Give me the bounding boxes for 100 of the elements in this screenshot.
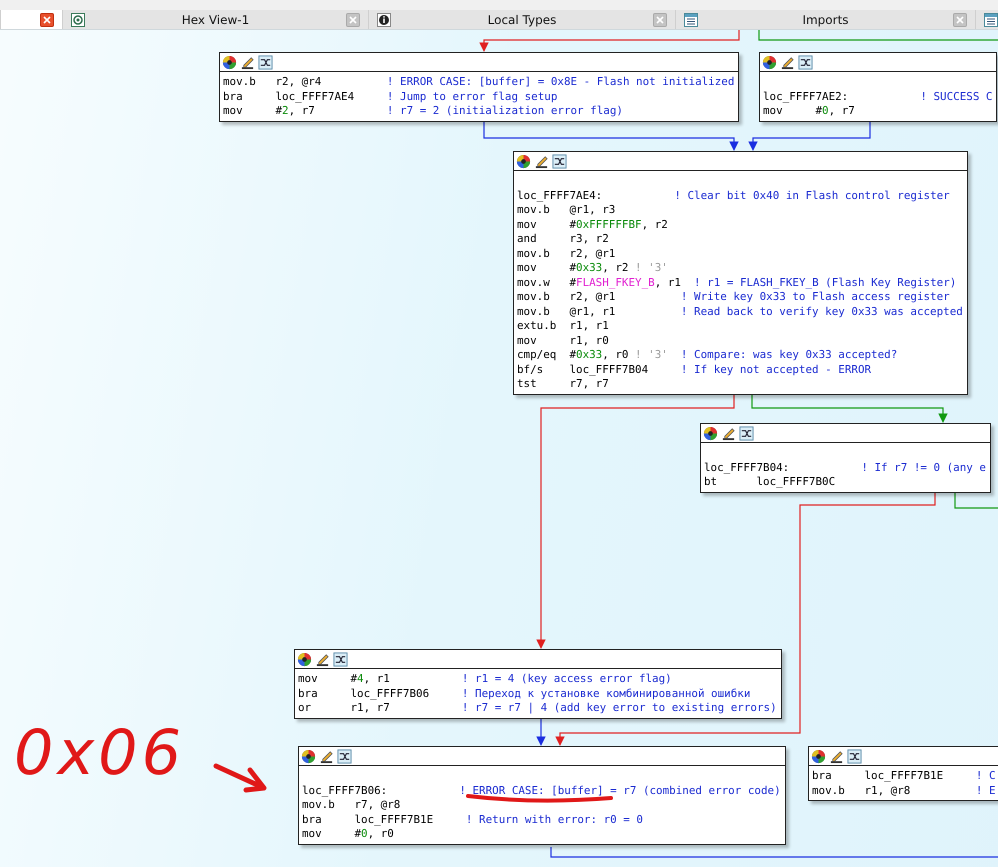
code-comment: ! E — [976, 784, 996, 798]
instruction-mnemonic: mov.b — [517, 203, 551, 218]
instruction-mnemonic: mov — [302, 827, 323, 842]
instruction-operands: r1, r7 — [350, 701, 391, 716]
instruction-operands: r2, @r1 — [569, 290, 616, 304]
instruction-mnemonic: mov — [517, 261, 538, 276]
instruction-operands: r2, @r4 — [275, 75, 322, 90]
instruction-operands: loc_FFFF7B1E — [354, 812, 434, 827]
instruction-mnemonic: and — [517, 232, 538, 246]
instruction-mnemonic: mov.b — [517, 304, 551, 319]
table-icon — [684, 13, 698, 27]
instruction-operands: r2, @r1 — [569, 246, 616, 261]
instruction-operands: loc_FFFF7B1E — [864, 769, 944, 784]
graph-edge — [954, 490, 998, 509]
color-wheel-icon[interactable] — [516, 154, 531, 168]
instruction-operands: loc_FFFF7B0C — [756, 475, 836, 490]
instruction-mnemonic: bra — [298, 686, 319, 701]
code-comment: ! Clear bit 0x40 in Flash control register — [674, 188, 950, 203]
color-wheel-icon[interactable] — [222, 54, 237, 70]
code-comment: ! Переход к установке комбинированной ошибки — [462, 686, 750, 701]
pencil-icon[interactable] — [829, 748, 844, 764]
code-block[interactable]: mov #4, r1 ! r1 = 4 (key access error flag) bra loc_FFFF7B06 ! Переход к установке комбинированной ошибки or r1, r7 ! r7 = r7 | 4 (add key error to existing errors) — [294, 649, 782, 718]
instruction-mnemonic: bra — [302, 812, 323, 827]
tab[interactable] — [0, 10, 62, 29]
instruction-operands: r7, r7 — [569, 377, 610, 392]
graph-icon[interactable] — [337, 748, 352, 764]
code-label: loc_FFFF7AE2: — [763, 90, 850, 104]
instruction-mnemonic: mov — [298, 672, 319, 686]
color-wheel-icon[interactable] — [703, 426, 718, 440]
code-comment: ! Return with error: r0 = 0 — [466, 812, 643, 827]
code-comment: ! ERROR CASE: [buffer] = 0x8E - Flash not initialized — [386, 75, 734, 90]
graph-icon[interactable] — [798, 54, 813, 70]
code-label: loc_FFFF7B04: — [704, 460, 790, 475]
graph-edge — [536, 717, 546, 746]
instruction-operands: loc_FFFF7AE4 — [275, 90, 356, 104]
instruction-mnemonic: mov.b — [517, 246, 551, 261]
instruction-mnemonic: or — [298, 701, 312, 716]
code-comment: ! r7 = r7 | 4 (add key error to existing errors) — [462, 701, 777, 716]
table-icon — [984, 13, 998, 27]
instruction-operands: @r1, r3 — [569, 203, 616, 218]
code-comment: ! r1 = FLASH_FKEY_B (Flash Key Register) — [694, 276, 956, 290]
tab[interactable]: Local Types — [368, 10, 675, 29]
code-block[interactable] — [513, 151, 968, 394]
code-block[interactable]: mov.b r2, @r4 ! ERROR CASE: [buffer] = 0x8E - Flash not initialized bra loc_FFFF7AE4 ! Jump to error flag setup mov #2, r7 ! r7 = 2 (initialization error flag) — [219, 52, 740, 122]
color-wheel-icon[interactable] — [811, 748, 826, 764]
code-block[interactable]: loc_FFFF7B06: ! ERROR CASE: [buffer] = r7 (combined error code) mov.b r7, @r8 bra loc_FFFF7B1E ! Return with error: r0 = 0 mov #0, r0 — [298, 746, 786, 844]
color-wheel-icon[interactable] — [297, 652, 312, 666]
color-wheel-icon[interactable] — [762, 54, 777, 70]
code-comment: ! ERROR CASE: [buffer] = r7 (combined error code) — [459, 784, 781, 798]
code-comment: ! C — [976, 769, 996, 784]
instruction-mnemonic: mov — [517, 334, 538, 348]
handwritten-note: 0x06 — [14, 722, 186, 784]
pencil-icon[interactable] — [534, 154, 549, 168]
instruction-operands: loc_FFFF7B06 — [350, 686, 430, 701]
code-block[interactable]: loc_FFFF7B04: ! If r7 != 0 (any e bt loc_FFFF7B0C — [700, 423, 991, 492]
code-comment: ! r1 = 4 (key access error flag) — [462, 672, 672, 686]
instruction-operands: r3, r2 — [569, 232, 610, 246]
tab[interactable]: Imports — [675, 10, 975, 29]
graph-icon[interactable] — [258, 54, 273, 70]
pencil-icon[interactable] — [721, 426, 736, 440]
info-icon — [377, 13, 391, 27]
instruction-operands: #0x33, r0 ! '3' — [569, 348, 669, 362]
instruction-operands: #0, r7 — [815, 104, 856, 118]
close-icon[interactable] — [40, 13, 54, 27]
graph-icon[interactable] — [739, 426, 754, 440]
tab[interactable]: Hex View-1 — [62, 10, 368, 29]
graph-icon[interactable] — [552, 154, 567, 168]
color-wheel-icon[interactable] — [301, 748, 316, 764]
pencil-icon[interactable] — [315, 652, 330, 666]
instruction-operands: #4, r1 — [350, 672, 391, 686]
instruction-operands: #FLASH_FKEY_B, r1 — [569, 276, 682, 290]
instruction-operands: #0xFFFFFFBF, r2 — [569, 218, 669, 232]
instruction-mnemonic: mov.b — [517, 290, 551, 304]
instruction-operands: #0x33, r2 ! '3' — [569, 261, 669, 276]
code-comment: ! If r7 != 0 (any e — [861, 460, 986, 475]
instruction-mnemonic: tst — [517, 377, 538, 392]
instruction-operands: loc_FFFF7B04 — [569, 362, 650, 377]
code-comment: ! If key not accepted - ERROR — [680, 362, 872, 377]
instruction-operands: #2, r7 — [275, 104, 316, 118]
instruction-mnemonic: mov.w — [517, 276, 551, 290]
graph-icon[interactable] — [333, 652, 348, 666]
instruction-mnemonic: mov — [517, 218, 538, 232]
pencil-icon[interactable] — [240, 54, 255, 70]
instruction-operands: r1, @r8 — [864, 784, 912, 798]
code-comment: ! Write key 0x33 to Flash access register — [680, 290, 950, 304]
pencil-icon[interactable] — [319, 748, 334, 764]
graph-icon[interactable] — [847, 748, 862, 764]
instruction-mnemonic: mov — [223, 104, 244, 118]
instruction-mnemonic: bt — [704, 475, 718, 490]
instruction-mnemonic: mov.b — [302, 798, 336, 812]
instruction-operands: #0, r0 — [354, 827, 395, 842]
instruction-mnemonic: mov.b — [223, 75, 257, 90]
code-block[interactable]: bra loc_FFFF7B1E ! C mov.b r1, @r8 ! E — [808, 746, 998, 801]
instruction-mnemonic: bra — [812, 769, 833, 784]
instruction-mnemonic: mov — [763, 104, 784, 118]
instruction-operands: r1, r0 — [569, 334, 610, 348]
code-block[interactable]: loc_FFFF7AE2: ! SUCCESS C mov #0, r7 — [759, 52, 998, 122]
pencil-icon[interactable] — [780, 54, 795, 70]
code-comment: ! Jump to error flag setup — [386, 90, 558, 104]
code-label: loc_FFFF7B06: — [302, 784, 388, 798]
